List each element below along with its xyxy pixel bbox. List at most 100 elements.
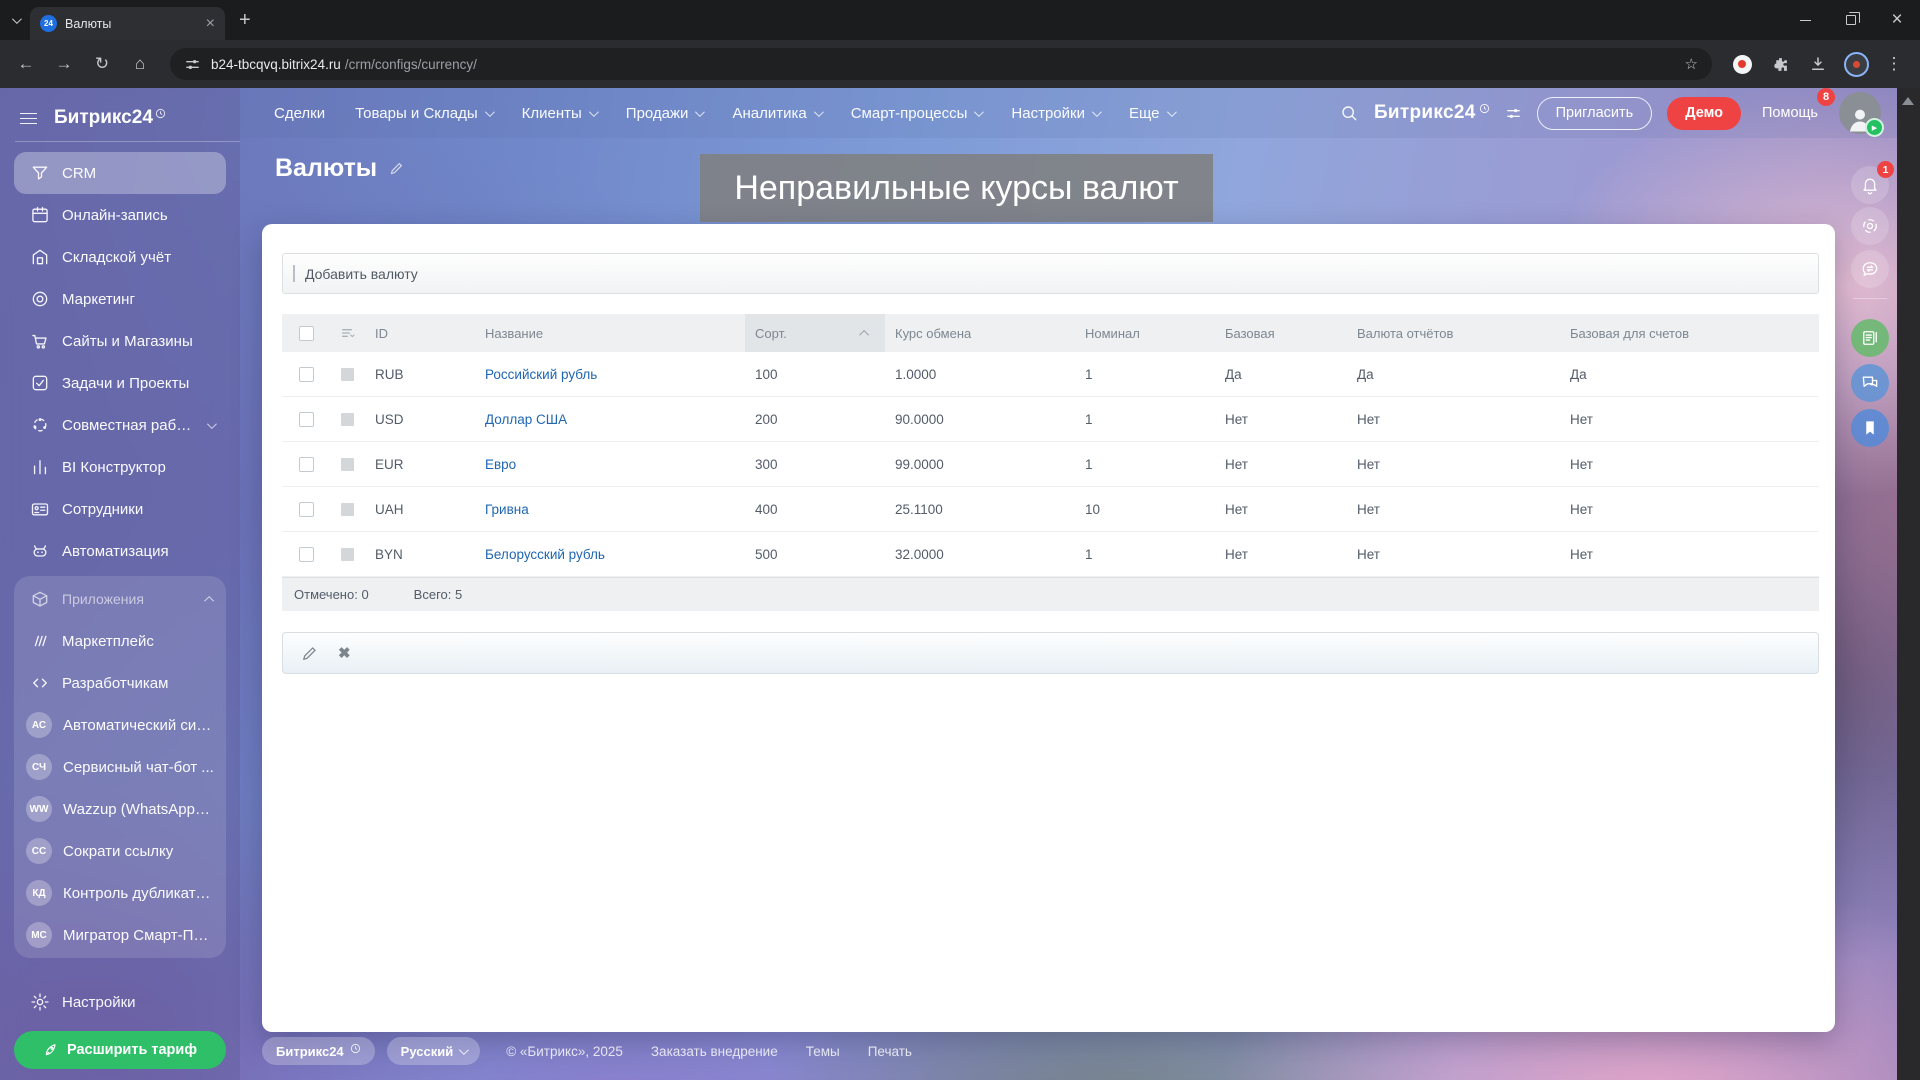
column-header[interactable]: Номинал [1075, 314, 1215, 352]
sidebar-item-tasks-projects[interactable]: Задачи и Проекты [14, 362, 226, 404]
grid-settings-icon[interactable] [330, 314, 365, 352]
help-button[interactable]: Помощь 8 [1756, 88, 1835, 130]
menu-toggle-icon[interactable] [20, 112, 37, 124]
edit-pencil-icon[interactable] [301, 645, 318, 662]
nav-item-clients[interactable]: Клиенты [522, 105, 599, 122]
row-menu-icon[interactable] [341, 547, 354, 561]
footer-link[interactable]: Темы [806, 1044, 840, 1059]
help-badge: 8 [1817, 88, 1835, 106]
nav-item-products-warehouses[interactable]: Товары и Склады [355, 105, 495, 122]
user-avatar[interactable]: ▶ [1839, 92, 1884, 137]
tab-close-icon[interactable]: × [206, 15, 215, 32]
column-header[interactable]: Базовая для счетов [1560, 314, 1819, 352]
sidebar-item-service-chatbot[interactable]: СЧ Сервисный чат-бот ... [14, 746, 226, 788]
page-scrollbar[interactable] [1897, 88, 1920, 1080]
downloads-icon[interactable] [1802, 48, 1834, 80]
language-selector[interactable]: Русский [386, 1037, 481, 1065]
select-all-checkbox[interactable] [282, 314, 330, 352]
column-header[interactable]: Базовая [1215, 314, 1347, 352]
sidebar-item-settings[interactable]: Настройки [14, 981, 226, 1023]
column-header[interactable]: ID [365, 314, 475, 352]
chevron-down-icon [695, 106, 706, 117]
browser-tab[interactable]: 24 Валюты × [30, 7, 225, 40]
sidebar-item-short-link[interactable]: СС Сократи ссылку [14, 830, 226, 872]
sidebar-item-duplicate-control[interactable]: КД Контроль дубликато... [14, 872, 226, 914]
reload-button[interactable]: ↻ [86, 48, 118, 80]
bookmark-star-icon[interactable]: ☆ [1685, 55, 1698, 73]
row-menu-icon[interactable] [341, 457, 354, 471]
delete-cross-icon[interactable]: ✖ [338, 644, 351, 662]
sidebar-item-developers[interactable]: Разработчикам [14, 662, 226, 704]
row-menu-icon[interactable] [341, 502, 354, 516]
row-menu-icon[interactable] [341, 412, 354, 426]
currency-name-link[interactable]: Доллар США [485, 412, 567, 427]
sidebar-item-automation[interactable]: Автоматизация [14, 530, 226, 572]
column-header[interactable]: Валюта отчётов [1347, 314, 1560, 352]
back-button[interactable]: ← [10, 48, 42, 80]
recorder-extension-icon[interactable] [1726, 48, 1758, 80]
demo-button[interactable]: Демо [1667, 96, 1741, 130]
row-checkbox[interactable] [298, 546, 314, 562]
row-checkbox[interactable] [298, 501, 314, 517]
bookmarks-button[interactable] [1851, 409, 1889, 447]
notifications-button[interactable]: 1 [1851, 161, 1894, 204]
upgrade-plan-button[interactable]: Расширить тариф [14, 1031, 226, 1069]
home-button[interactable]: ⌂ [124, 48, 156, 80]
sidebar-item-online-booking[interactable]: Онлайн-запись [14, 194, 226, 236]
browser-profile-avatar[interactable] [1840, 48, 1872, 80]
sidebar-item-inventory[interactable]: Складской учёт [14, 236, 226, 278]
messenger-button[interactable] [1851, 250, 1889, 288]
nav-item-sales[interactable]: Продажи [626, 105, 706, 122]
sidebar-item-crm[interactable]: CRM [14, 152, 226, 194]
sidebar-item-marketing[interactable]: Маркетинг [14, 278, 226, 320]
edit-title-pencil-icon[interactable] [389, 161, 404, 176]
footer-link[interactable]: Заказать внедрение [651, 1044, 778, 1059]
sidebar-item-marketplace[interactable]: Маркетплейс [14, 620, 226, 662]
column-header[interactable]: Название [475, 314, 745, 352]
sidebar-item-sites-stores[interactable]: Сайты и Магазины [14, 320, 226, 362]
sidebar-item-employees[interactable]: Сотрудники [14, 488, 226, 530]
new-tab-button[interactable]: + [239, 9, 251, 32]
footer-link[interactable]: Печать [868, 1044, 912, 1059]
add-currency-button[interactable]: Добавить валюту [282, 253, 1819, 294]
nav-item-smart-processes[interactable]: Смарт-процессы [851, 105, 985, 122]
currency-name-link[interactable]: Белорусский рубль [485, 547, 605, 562]
tab-search-button[interactable] [0, 13, 30, 24]
currency-name-link[interactable]: Гривна [485, 502, 529, 517]
copilot-button[interactable] [1851, 207, 1889, 245]
row-checkbox[interactable] [298, 411, 314, 427]
search-icon[interactable] [1339, 103, 1359, 123]
footer-brand[interactable]: Битрикс24 [262, 1037, 375, 1065]
browser-menu-icon[interactable]: ⋮ [1878, 48, 1910, 80]
sidebar-item-collaboration[interactable]: Совместная работа [14, 404, 226, 446]
nav-item-analytics[interactable]: Аналитика [732, 105, 824, 122]
window-restore-button[interactable] [1828, 0, 1874, 40]
row-menu-icon[interactable] [341, 367, 354, 381]
column-header[interactable]: Сорт. [745, 314, 885, 352]
row-checkbox[interactable] [298, 366, 314, 382]
row-checkbox[interactable] [298, 456, 314, 472]
news-feed-button[interactable] [1851, 319, 1889, 357]
window-close-button[interactable]: × [1874, 0, 1920, 40]
sidebar-item-auto-sync[interactable]: АС Автоматический син... [14, 704, 226, 746]
sidebar-menu: CRM Онлайн-запись Складской учёт Маркетинг С… [0, 152, 240, 572]
currency-name-link[interactable]: Российский рубль [485, 367, 597, 382]
currency-name-link[interactable]: Евро [485, 457, 516, 472]
sidebar-item-apps[interactable]: Приложения [14, 578, 226, 620]
nav-item-settings[interactable]: Настройки [1011, 105, 1102, 122]
column-header[interactable]: Курс обмена [885, 314, 1075, 352]
plan-switcher-icon[interactable] [1505, 105, 1522, 122]
window-minimize-button[interactable] [1782, 0, 1828, 40]
site-settings-icon[interactable] [184, 56, 201, 73]
chats-button[interactable] [1851, 364, 1889, 402]
extensions-puzzle-icon[interactable] [1764, 48, 1796, 80]
sidebar-item-smart-migrator[interactable]: МС Мигратор Смарт-Пр... [14, 914, 226, 956]
address-bar[interactable]: b24-tbcqvq.bitrix24.ru/crm/configs/curre… [170, 48, 1712, 80]
nav-item-deals[interactable]: Сделки [274, 105, 325, 122]
forward-button[interactable]: → [48, 48, 80, 80]
invite-button[interactable]: Пригласить [1536, 96, 1653, 130]
notifications-badge: 1 [1877, 161, 1894, 178]
sidebar-item-wazzup[interactable]: WW Wazzup (WhatsApp, ... [14, 788, 226, 830]
nav-item-more[interactable]: Еще [1129, 105, 1177, 122]
sidebar-item-bi-builder[interactable]: BI Конструктор [14, 446, 226, 488]
